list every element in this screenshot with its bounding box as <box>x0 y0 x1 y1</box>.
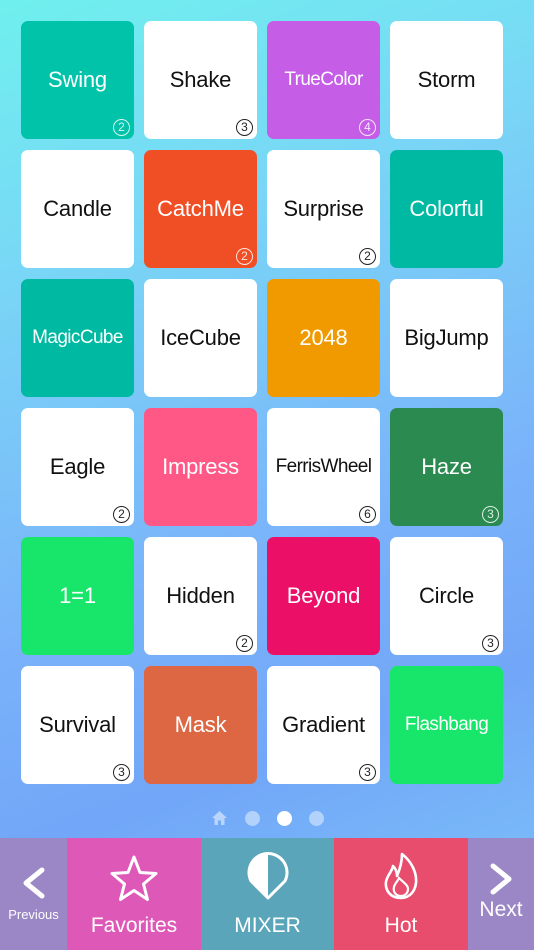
effect-tile-1-1[interactable]: 1=1 <box>21 537 134 655</box>
previous-button[interactable]: Previous <box>0 838 67 950</box>
tile-label: Storm <box>417 67 476 92</box>
effect-tile-surprise[interactable]: Surprise 2 <box>267 150 380 268</box>
variant-count-badge: 2 <box>236 248 253 265</box>
bottom-toolbar: Previous Favorites MIXER Hot Next <box>0 838 534 950</box>
half-drop-icon <box>247 852 288 900</box>
previous-label: Previous <box>8 907 59 922</box>
variant-count-badge: 3 <box>482 506 499 523</box>
variant-count-badge: 3 <box>359 764 376 781</box>
mixer-label: MIXER <box>234 914 301 937</box>
hot-button[interactable]: Hot <box>334 838 468 950</box>
favorites-button[interactable]: Favorites <box>67 838 201 950</box>
effect-tile-circle[interactable]: Circle 3 <box>390 537 503 655</box>
effect-tile-magiccube[interactable]: MagicCube <box>21 279 134 397</box>
star-icon <box>110 855 158 901</box>
tile-label: Impress <box>162 454 239 479</box>
tile-label: Survival <box>39 712 116 737</box>
tile-label: Gradient <box>282 712 365 737</box>
tile-label: Eagle <box>49 454 106 479</box>
tile-label: Candle <box>43 196 112 221</box>
variant-count-badge: 3 <box>236 119 253 136</box>
next-button[interactable]: Next <box>468 838 534 950</box>
tile-label: Shake <box>169 67 232 92</box>
effect-tile-icecube[interactable]: IceCube <box>144 279 257 397</box>
variant-count-badge: 4 <box>359 119 376 136</box>
effect-tile-truecolor[interactable]: TrueColor 4 <box>267 21 380 139</box>
tile-label: Circle <box>418 583 475 608</box>
page-dot-1[interactable] <box>245 810 260 826</box>
tile-label: Mask <box>174 712 227 737</box>
effect-tile-shake[interactable]: Shake 3 <box>144 21 257 139</box>
effect-tile-gradient[interactable]: Gradient 3 <box>267 666 380 784</box>
effect-tile-candle[interactable]: Candle <box>21 150 134 268</box>
tile-label: Colorful <box>409 196 484 221</box>
variant-count-badge: 6 <box>359 506 376 523</box>
effect-tile-bigjump[interactable]: BigJump <box>390 279 503 397</box>
page-dot-3[interactable] <box>309 810 324 826</box>
effect-tile-colorful[interactable]: Colorful <box>390 150 503 268</box>
tile-label: MagicCube <box>32 327 123 348</box>
effect-tile-catchme[interactable]: CatchMe 2 <box>144 150 257 268</box>
tile-label: Surprise <box>283 196 364 221</box>
variant-count-badge: 2 <box>113 506 130 523</box>
tile-label: Hidden <box>166 583 235 608</box>
tile-label: CatchMe <box>157 196 244 221</box>
effect-tile-storm[interactable]: Storm <box>390 21 503 139</box>
tile-label: IceCube <box>160 325 241 350</box>
flame-icon <box>384 852 418 900</box>
variant-count-badge: 2 <box>113 119 130 136</box>
home-icon[interactable] <box>211 810 228 826</box>
next-label: Next <box>479 898 523 921</box>
tile-label: BigJump <box>404 325 489 350</box>
effect-tile-2048[interactable]: 2048 <box>267 279 380 397</box>
page-dot-2[interactable] <box>277 810 292 826</box>
favorites-label: Favorites <box>90 914 178 937</box>
effect-tile-haze[interactable]: Haze 3 <box>390 408 503 526</box>
variant-count-badge: 3 <box>482 635 499 652</box>
tile-label: Swing <box>48 67 107 92</box>
effect-tile-flashbang[interactable]: Flashbang <box>390 666 503 784</box>
variant-count-badge: 2 <box>359 248 376 265</box>
tile-label: Haze <box>421 454 472 479</box>
variant-count-badge: 2 <box>236 635 253 652</box>
effect-tile-survival[interactable]: Survival 3 <box>21 666 134 784</box>
chevron-right-icon <box>490 863 512 895</box>
effect-tile-impress[interactable]: Impress <box>144 408 257 526</box>
effect-tile-mask[interactable]: Mask <box>144 666 257 784</box>
effect-tile-swing[interactable]: Swing 2 <box>21 21 134 139</box>
chevron-left-icon <box>23 867 44 899</box>
mixer-button[interactable]: MIXER <box>201 838 334 950</box>
tile-label: FerrisWheel <box>275 456 372 477</box>
tile-label: TrueColor <box>284 69 363 90</box>
effects-grid: Swing 2 Shake 3 TrueColor 4 Storm Candle CatchMe… <box>21 21 503 784</box>
effect-tile-hidden[interactable]: Hidden 2 <box>144 537 257 655</box>
variant-count-badge: 3 <box>113 764 130 781</box>
tile-label: Flashbang <box>404 714 489 735</box>
hot-label: Hot <box>384 914 418 937</box>
effect-tile-eagle[interactable]: Eagle 2 <box>21 408 134 526</box>
tile-label: 1=1 <box>59 583 96 608</box>
effect-tile-beyond[interactable]: Beyond <box>267 537 380 655</box>
effect-tile-ferriswheel[interactable]: FerrisWheel 6 <box>267 408 380 526</box>
tile-label: Beyond <box>286 583 361 608</box>
page-indicator <box>0 810 534 826</box>
tile-label: 2048 <box>299 325 348 350</box>
